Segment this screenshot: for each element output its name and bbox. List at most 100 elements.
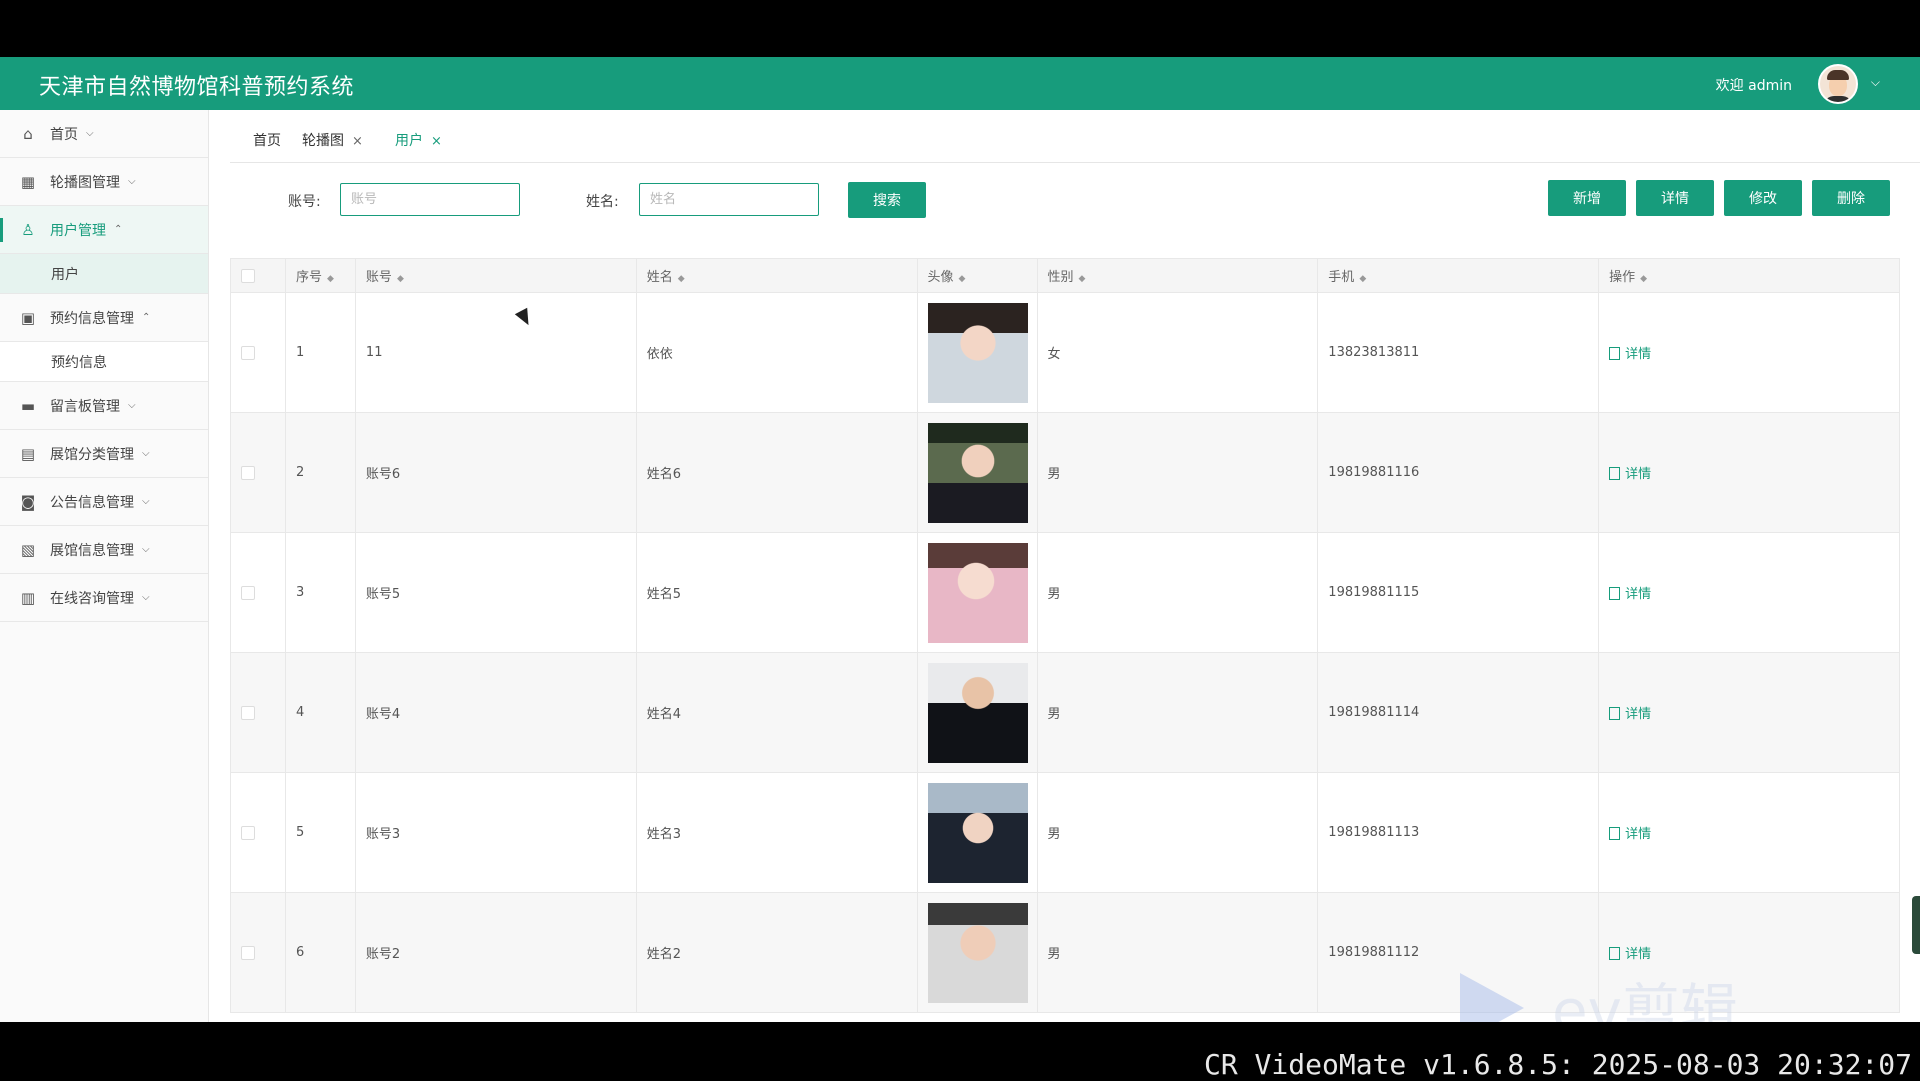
document-icon: [1609, 467, 1621, 480]
row-checkbox[interactable]: [241, 705, 255, 720]
sidebar-item-carousel[interactable]: ▦ 轮播图管理 ⌵: [0, 158, 208, 206]
sort-icon[interactable]: ◆: [1079, 274, 1086, 284]
column-header[interactable]: 姓名 ◆: [635, 258, 918, 293]
phone-cell: 13823813811: [1317, 292, 1600, 413]
gift-icon: ▥: [20, 588, 36, 607]
table-header-row: 序号 ◆ 账号 ◆ 姓名 ◆ 头像 ◆ 性别 ◆ 手机 ◆ 操作 ◆: [230, 258, 1900, 293]
checkbox-cell[interactable]: [230, 892, 286, 1013]
sidebar-item-label: 展馆信息管理: [50, 542, 134, 559]
sidebar-item-label: 用户管理: [50, 222, 106, 239]
sidebar-item-reservations[interactable]: ▣ 预约信息管理 ⌃: [0, 294, 208, 342]
action-cell: 详情: [1598, 532, 1900, 653]
checkbox-cell[interactable]: [230, 772, 286, 893]
gender-cell: 男: [1036, 892, 1319, 1013]
column-header[interactable]: 序号 ◆: [284, 258, 356, 293]
sidebar-item-home[interactable]: ⌂ 首页 ⌵: [0, 110, 208, 158]
row-detail-label: 详情: [1625, 707, 1652, 722]
avatar-photo[interactable]: [927, 782, 1028, 883]
sort-icon[interactable]: ◆: [327, 274, 334, 284]
sort-icon[interactable]: ◆: [959, 274, 966, 284]
sidebar-item-messageboard[interactable]: ▬ 留言板管理 ⌵: [0, 382, 208, 430]
gender-cell: 男: [1036, 652, 1319, 773]
row-detail-label: 详情: [1625, 347, 1652, 362]
row-checkbox[interactable]: [241, 945, 255, 960]
gender-cell: 男: [1036, 532, 1319, 653]
sidebar-item-users[interactable]: ♙ 用户管理 ⌃: [0, 206, 208, 254]
close-icon[interactable]: ×: [352, 134, 363, 149]
scrollbar-handle[interactable]: [1912, 896, 1920, 954]
row-detail-label: 详情: [1625, 827, 1652, 842]
document-icon: [1609, 947, 1621, 960]
row-checkbox[interactable]: [241, 345, 255, 360]
sidebar-item-consult[interactable]: ▥ 在线咨询管理 ⌵: [0, 574, 208, 622]
select-all-checkbox[interactable]: [241, 268, 255, 283]
tab-carousel[interactable]: 轮播图 ×: [302, 130, 363, 150]
tab-users[interactable]: 用户 ×: [395, 130, 442, 150]
close-icon[interactable]: ×: [431, 134, 442, 149]
chevron-down-icon: ⌵: [86, 128, 94, 139]
account-cell: 账号2: [354, 892, 637, 1013]
sidebar-subitem-user[interactable]: 用户: [0, 254, 208, 294]
avatar-cell: [916, 652, 1038, 773]
avatar[interactable]: [1818, 64, 1858, 104]
search-button[interactable]: 搜索: [848, 182, 926, 218]
row-detail-link[interactable]: 详情: [1609, 707, 1651, 722]
sidebar-item-label: 预约信息: [51, 354, 107, 371]
sort-icon[interactable]: ◆: [1640, 274, 1647, 284]
row-checkbox[interactable]: [241, 825, 255, 840]
column-header[interactable]: 性别 ◆: [1036, 258, 1319, 293]
row-detail-link[interactable]: 详情: [1609, 947, 1651, 962]
row-detail-link[interactable]: 详情: [1609, 827, 1651, 842]
chevron-down-icon[interactable]: ⌵: [1871, 75, 1880, 90]
grid-icon: ▦: [20, 172, 36, 191]
select-all-cell[interactable]: [230, 258, 286, 293]
sort-icon[interactable]: ◆: [397, 274, 404, 284]
avatar-photo[interactable]: [927, 662, 1028, 763]
row-detail-link[interactable]: 详情: [1609, 347, 1651, 362]
name-label: 姓名:: [586, 194, 619, 210]
row-detail-link[interactable]: 详情: [1609, 587, 1651, 602]
checkbox-cell[interactable]: [230, 532, 286, 653]
row-checkbox[interactable]: [241, 585, 255, 600]
avatar-photo[interactable]: [927, 422, 1028, 523]
row-detail-label: 详情: [1625, 467, 1652, 482]
sidebar-item-hall-category[interactable]: ▤ 展馆分类管理 ⌵: [0, 430, 208, 478]
account-input[interactable]: [340, 183, 520, 216]
table-row[interactable]: 1 11 依依 女 13823813811 详情: [230, 292, 1900, 413]
sort-icon[interactable]: ◆: [1359, 274, 1366, 284]
table-row[interactable]: 3 账号5 姓名5 男 19819881115 详情: [230, 532, 1900, 653]
add-button[interactable]: 新增: [1548, 180, 1626, 216]
sort-icon[interactable]: ◆: [678, 274, 685, 284]
row-detail-link[interactable]: 详情: [1609, 467, 1651, 482]
search-bar: 账号: 姓名: 搜索 新增 详情 修改 删除: [230, 180, 1910, 232]
account-label: 账号:: [288, 194, 321, 210]
checkbox-cell[interactable]: [230, 412, 286, 533]
avatar-photo[interactable]: [927, 542, 1028, 643]
ev-logo-watermark: ev剪辑: [1460, 973, 1738, 1022]
table-row[interactable]: 2 账号6 姓名6 男 19819881116 详情: [230, 412, 1900, 533]
row-detail-label: 详情: [1625, 947, 1652, 962]
avatar-photo[interactable]: [927, 902, 1028, 1003]
detail-button[interactable]: 详情: [1636, 180, 1714, 216]
table-row[interactable]: 5 账号3 姓名3 男 19819881113 详情: [230, 772, 1900, 893]
delete-button[interactable]: 删除: [1812, 180, 1890, 216]
checkbox-cell[interactable]: [230, 292, 286, 413]
name-input[interactable]: [639, 183, 819, 216]
sidebar-item-hall-info[interactable]: ▧ 展馆信息管理 ⌵: [0, 526, 208, 574]
sidebar-item-notices[interactable]: ◙ 公告信息管理 ⌵: [0, 478, 208, 526]
action-cell: 详情: [1598, 772, 1900, 893]
sidebar-subitem-reservation-info[interactable]: 预约信息: [0, 342, 208, 382]
column-header[interactable]: 手机 ◆: [1317, 258, 1600, 293]
avatar-photo[interactable]: [927, 302, 1028, 403]
column-header[interactable]: 操作 ◆: [1598, 258, 1900, 293]
column-header[interactable]: 账号 ◆: [354, 258, 637, 293]
row-checkbox[interactable]: [241, 465, 255, 480]
gender-cell: 男: [1036, 772, 1319, 893]
column-header[interactable]: 头像 ◆: [916, 258, 1038, 293]
tab-home[interactable]: 首页: [253, 130, 281, 150]
notice-icon: ◙: [20, 492, 36, 511]
app-header: 天津市自然博物馆科普预约系统 欢迎 admin ⌵: [0, 57, 1920, 110]
checkbox-cell[interactable]: [230, 652, 286, 773]
table-row[interactable]: 4 账号4 姓名4 男 19819881114 详情: [230, 652, 1900, 773]
edit-button[interactable]: 修改: [1724, 180, 1802, 216]
